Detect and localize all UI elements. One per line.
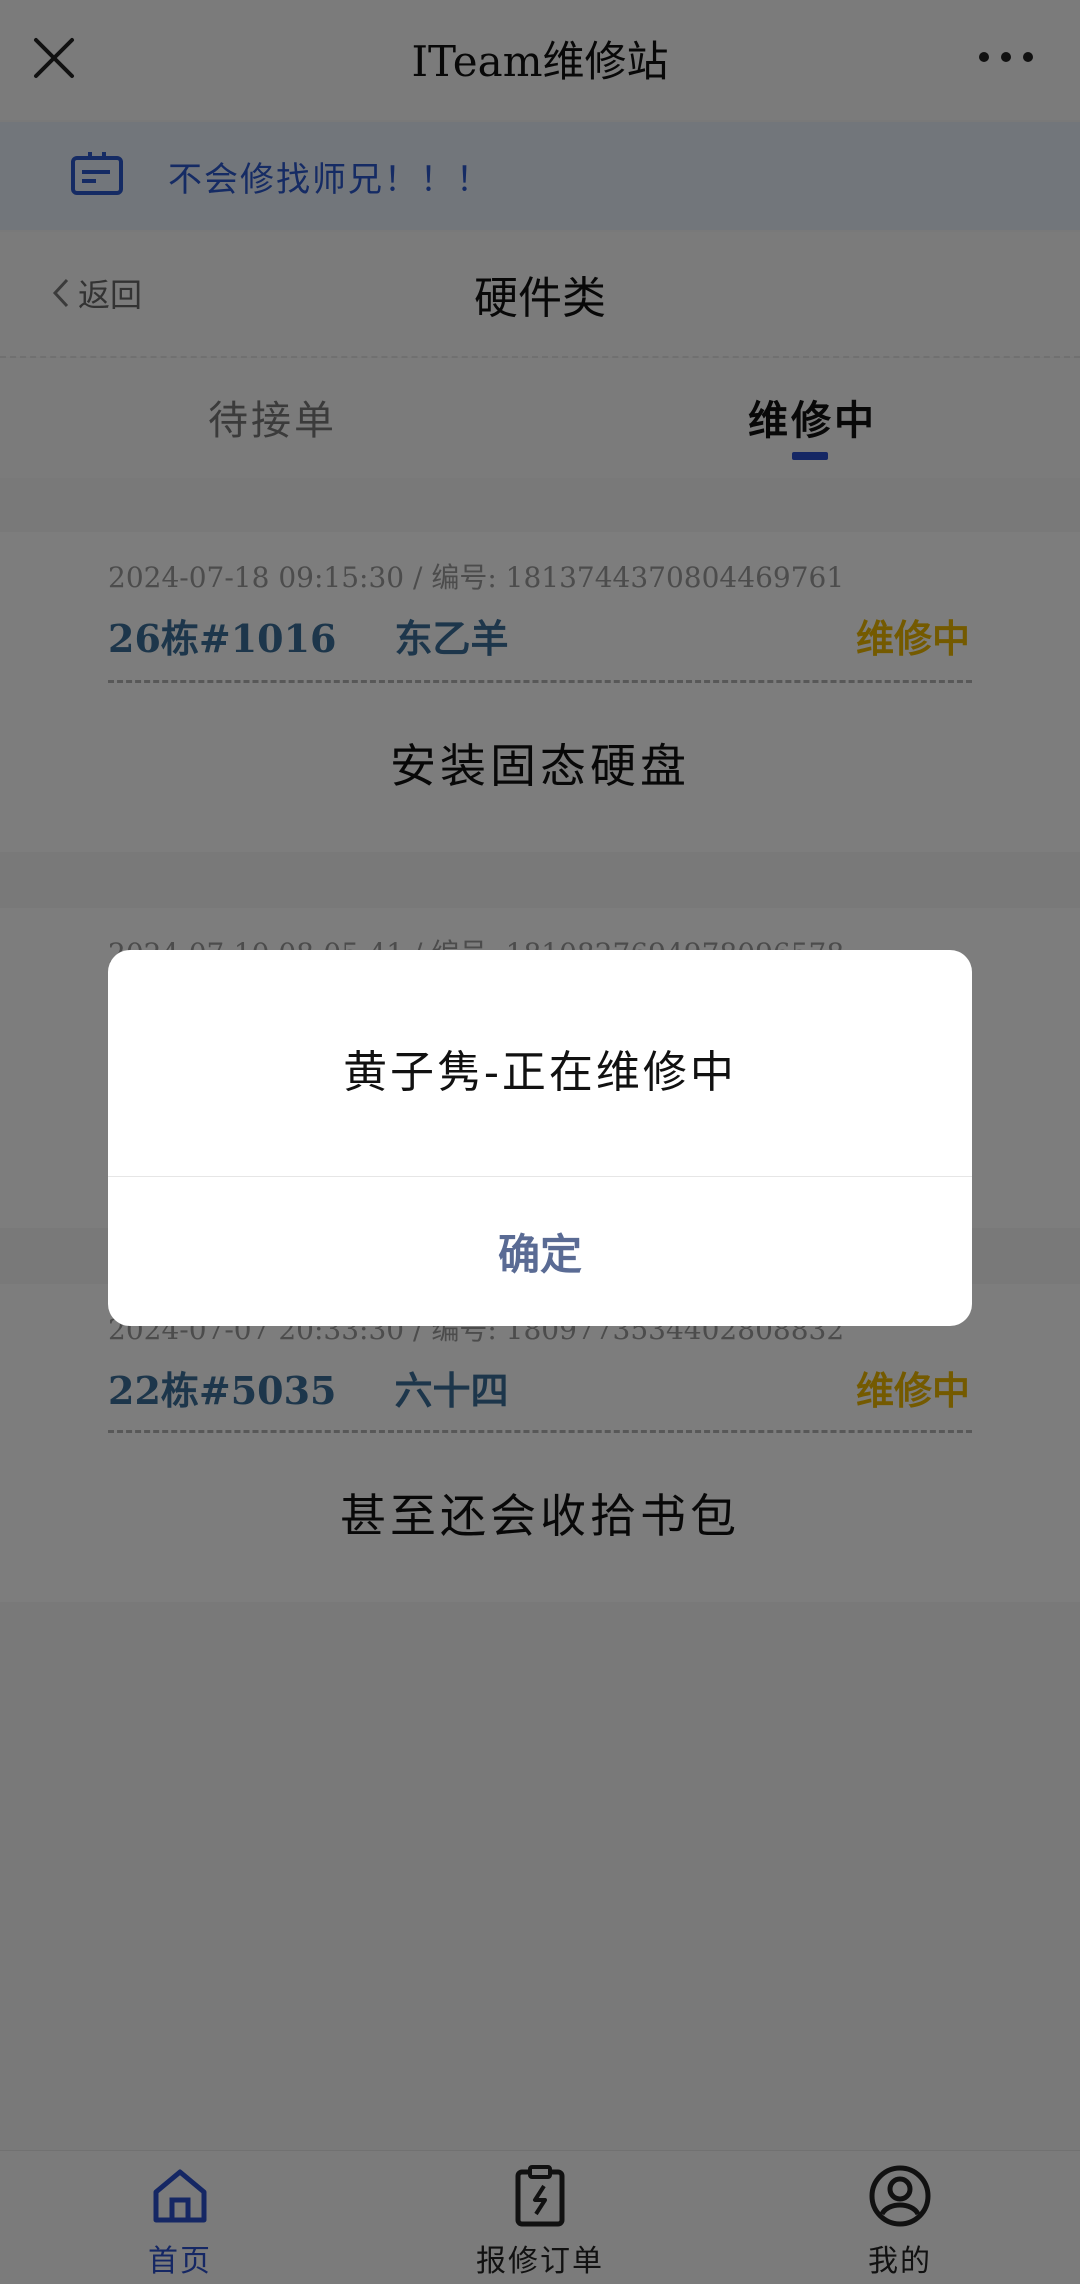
dialog-message: 黄子隽-正在维修中 bbox=[343, 1047, 737, 1098]
alert-dialog: 黄子隽-正在维修中 确定 bbox=[108, 950, 972, 1326]
confirm-button[interactable]: 确定 bbox=[108, 1177, 972, 1326]
